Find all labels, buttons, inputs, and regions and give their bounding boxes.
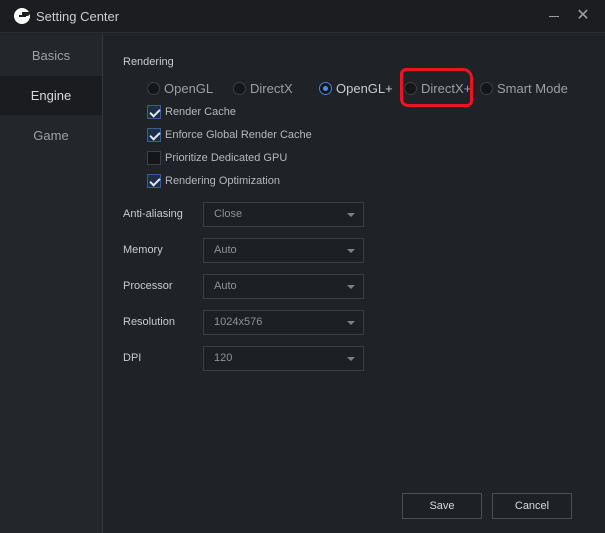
dpi-label: DPI (123, 352, 142, 364)
select-value: 1024x576 (214, 316, 263, 328)
dropdown-arrow-icon (347, 213, 355, 217)
sidebar-item-basics[interactable]: Basics (0, 36, 102, 75)
cancel-button[interactable]: Cancel (492, 493, 572, 519)
select-value: Auto (214, 244, 237, 256)
sidebar-item-game[interactable]: Game (0, 116, 102, 155)
radio-label: OpenGL+ (336, 80, 393, 96)
red-annotation-circle (400, 68, 473, 107)
checkbox-label: Rendering Optimization (165, 175, 280, 187)
dropdown-arrow-icon (347, 249, 355, 253)
processor-label: Processor (123, 280, 173, 292)
window-title: Setting Center (36, 9, 120, 24)
radio-circle-icon (147, 81, 160, 95)
sidebar-item-label: Engine (30, 88, 72, 103)
radio-circle-icon (319, 81, 332, 95)
title-bar: Setting Center ✕ (0, 0, 605, 33)
close-icon[interactable]: ✕ (573, 6, 593, 26)
save-button[interactable]: Save (402, 493, 482, 519)
checkbox-icon (147, 128, 161, 142)
radio-directx[interactable]: DirectX (233, 80, 293, 96)
checkbox-icon (147, 151, 161, 165)
checkbox-prioritize-dedicated-gpu[interactable]: Prioritize Dedicated GPU (147, 150, 287, 166)
engine-settings-panel: Rendering OpenGL DirectX OpenGL+ DirectX… (104, 34, 605, 533)
sidebar-item-engine[interactable]: Engine (0, 76, 102, 115)
select-value: Close (214, 208, 243, 220)
checkbox-label: Render Cache (165, 106, 236, 118)
resolution-label: Resolution (123, 316, 175, 328)
checkbox-icon (147, 105, 161, 119)
radio-label: OpenGL (164, 80, 214, 96)
select-value: Auto (214, 280, 237, 292)
radio-smart-mode[interactable]: Smart Mode (480, 80, 568, 96)
checkbox-label: Prioritize Dedicated GPU (165, 152, 288, 164)
minimize-icon[interactable] (544, 6, 564, 26)
checkbox-icon (147, 174, 161, 188)
radio-opengl-plus[interactable]: OpenGL+ (319, 80, 393, 96)
anti-aliasing-select[interactable]: Close (203, 202, 364, 227)
memory-label: Memory (123, 244, 163, 256)
radio-label: Smart Mode (497, 80, 568, 96)
sidebar: Basics Engine Game (0, 34, 103, 533)
dropdown-arrow-icon (347, 357, 355, 361)
radio-circle-icon (233, 81, 246, 95)
anti-aliasing-label: Anti-aliasing (123, 208, 183, 220)
memory-select[interactable]: Auto (203, 238, 364, 263)
radio-opengl[interactable]: OpenGL (147, 80, 213, 96)
app-logo-icon (14, 8, 30, 24)
dropdown-arrow-icon (347, 321, 355, 325)
sidebar-item-label: Basics (31, 48, 71, 63)
dpi-select[interactable]: 120 (203, 346, 364, 371)
sidebar-item-label: Game (33, 128, 69, 143)
processor-select[interactable]: Auto (203, 274, 364, 299)
dropdown-arrow-icon (347, 285, 355, 289)
checkbox-render-cache[interactable]: Render Cache (147, 104, 236, 120)
radio-circle-icon (480, 81, 493, 95)
resolution-select[interactable]: 1024x576 (203, 310, 364, 335)
checkbox-label: Enforce Global Render Cache (165, 129, 312, 141)
rendering-label: Rendering (123, 56, 174, 68)
checkbox-enforce-global-render-cache[interactable]: Enforce Global Render Cache (147, 127, 312, 143)
select-value: 120 (214, 352, 233, 364)
checkbox-rendering-optimization[interactable]: Rendering Optimization (147, 173, 280, 189)
radio-label: DirectX (250, 80, 293, 96)
